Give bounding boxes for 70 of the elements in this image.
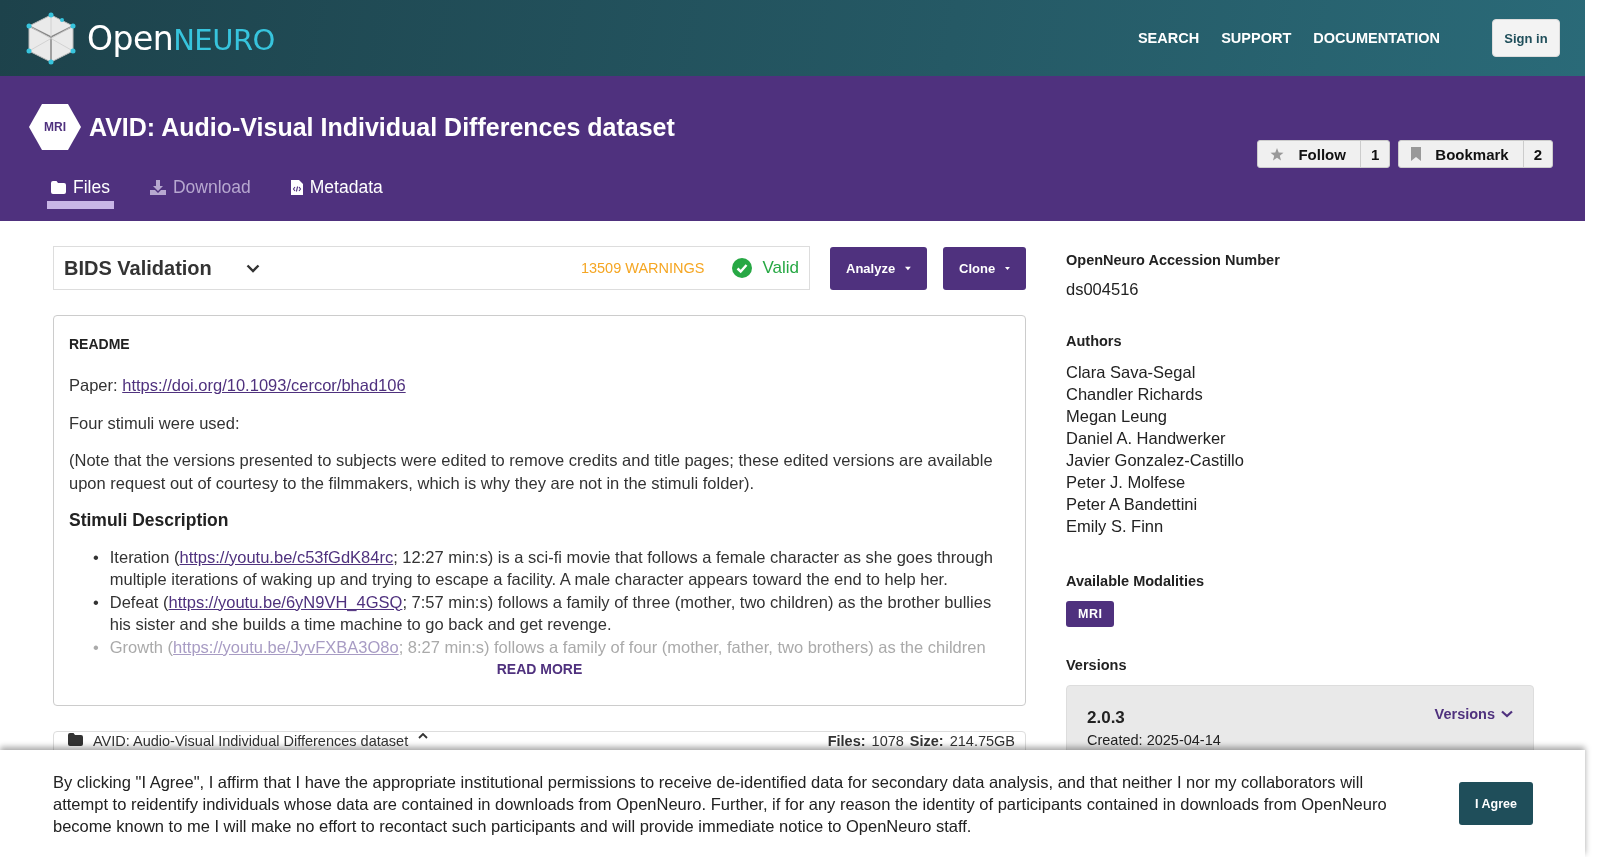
author-name: Emily S. Finn [1066,516,1164,537]
bullet: • [93,546,99,568]
nav-link[interactable]: SEARCH [1137,30,1200,46]
author-name: Clara Sava-Segal [1066,362,1196,383]
bullet: • [93,636,99,658]
section-label: Authors [1066,333,1123,349]
validation-title: BIDS Validation [64,256,212,280]
validation-bar[interactable]: BIDS Validation 13509 WARNINGS Valid [53,246,810,290]
chevron-up-icon[interactable] [418,733,429,739]
author-name: Peter J. Molfese [1066,472,1186,493]
paragraph: (Note that the versions presented to subjects were edited to remove credits and title pages; these edited versions are available upon request out of courtesy to the filmmakers, which is why they are not in the stimuli folder). [69,450,994,494]
versions-dropdown[interactable]: Versions [1434,706,1513,722]
code-file-icon [290,180,303,195]
author-name: Chandler Richards [1066,384,1203,405]
version-date: Created: 2025-04-14 [1087,732,1221,748]
logo-text[interactable]: OpenNEURO [87,18,275,58]
link[interactable]: https://youtu.be/c53fGdK84rc [179,547,394,566]
section-heading: Stimuli Description [69,509,230,532]
folder-icon [68,733,83,746]
bookmark-button[interactable]: Bookmark [1399,141,1524,167]
paragraph: Paper: https://doi.org/10.1093/cercor/bhad106 [69,375,407,396]
caret-icon [905,265,911,271]
author-name: Megan Leung [1066,406,1167,427]
link[interactable]: https://youtu.be/6yN9VH_4GSQ [168,592,403,611]
author-name: Daniel A. Handwerker [1066,428,1226,449]
dropdown-button[interactable]: Clone [943,246,1026,290]
readme-heading: README [69,336,131,352]
version-number: 2.0.3 [1087,708,1126,728]
check-circle-icon [732,258,753,278]
nav-link[interactable]: SUPPORT [1221,30,1292,46]
list-item: Growth (https://youtu.be/JyvFXBA3O8o; 8:27 min:s) follows a family of four (mother, father, two brothers) as the children [109,636,987,658]
read-more-button[interactable]: READ MORE [496,661,583,677]
chevron-down-icon [1501,710,1513,718]
author-name: Peter A Bandettini [1066,494,1198,515]
dropdown-button[interactable]: Analyze [830,246,927,290]
list-item: Iteration (https://youtu.be/c53fGdK84rc; 12:27 min:s) is a sci-fi movie that follows a female character as she goes through multiple iterations of waking up and trying to escape a facility. A male character appears toward the end to help her. [109,546,994,590]
link[interactable]: https://doi.org/10.1093/cercor/bhad106 [122,376,406,394]
bookmark-icon [1411,147,1422,161]
validation-status: Valid [762,258,799,278]
download-icon [149,180,166,195]
chevron-down-icon[interactable] [245,263,260,273]
files-label: Files: [827,733,866,749]
section-label: OpenNeuro Accession Number [1066,252,1281,268]
files-count: 1078 [871,733,904,749]
section-label: Versions [1066,657,1128,673]
paragraph: Four stimuli were used: [69,412,241,434]
accession-number: ds004516 [1066,280,1140,299]
follow-button[interactable]: Follow [1258,141,1361,167]
list-item: Defeat (https://youtu.be/6yN9VH_4GSQ; 7:57 min:s) follows a family of three (mother, two children) as the brother bullies his sister and she builds a time machine to go back and get revenge. [109,591,993,635]
modality-badge: MRI [29,104,81,150]
nav-link[interactable]: DOCUMENTATION [1313,30,1440,46]
follow-count: 1 [1369,145,1381,163]
dataset-title: AVID: Audio-Visual Individual Differences dataset [89,112,675,142]
bookmark-count: 2 [1532,145,1543,163]
tab[interactable]: Metadata [286,166,387,209]
bullet: • [93,591,99,613]
sign-in-button[interactable]: Sign in [1492,19,1560,57]
cube-logo-icon [25,11,77,65]
modality-tag: MRI [1066,601,1115,627]
section-label: Available Modalities [1066,573,1206,589]
size-label: Size: [909,733,944,749]
star-icon [1270,147,1285,161]
dataset-name: AVID: Audio-Visual Individual Differences dataset [93,733,409,749]
author-name: Javier Gonzalez-Castillo [1066,450,1244,471]
folder-icon [51,181,66,194]
caret-icon [1005,265,1010,271]
agree-button[interactable]: I Agree [1459,782,1533,825]
size-value: 214.75GB [949,733,1015,749]
consent-text: By clicking "I Agree", I affirm that I have the appropriate institutional permissions to receive de-identified data for secondary data analysis, and that neither I nor my collaborators will attempt to reidentify individuals whose data are contained in downloads from OpenNeuro. Further, if for any reason the identity of participants contained in downloads from OpenNeuro become known to me I will make no effort to recontact such participants and will provide immediate notice to OpenNeuro staff. [53,771,1388,837]
tab[interactable]: Files [47,166,114,209]
